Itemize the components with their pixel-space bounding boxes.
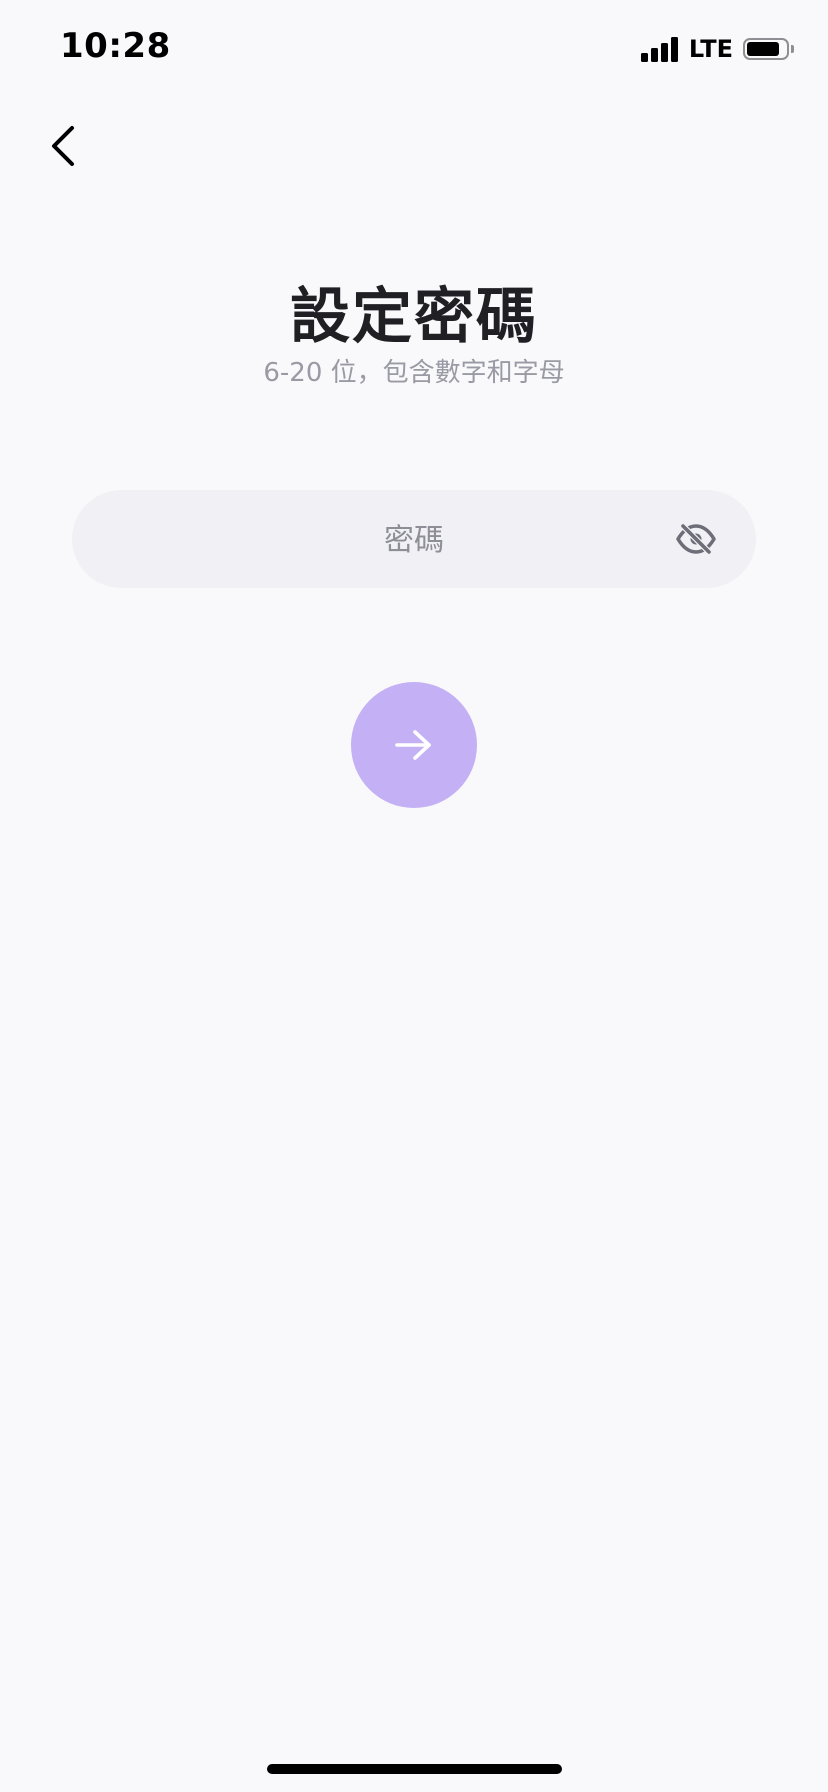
chevron-left-icon xyxy=(52,126,74,166)
status-bar-indicators: LTE xyxy=(640,34,794,64)
next-button[interactable] xyxy=(351,682,477,808)
eye-off-icon xyxy=(676,523,716,555)
network-type-label: LTE xyxy=(688,35,733,63)
password-field xyxy=(72,490,756,590)
status-bar-time: 10:28 xyxy=(60,26,171,66)
arrow-right-icon xyxy=(395,730,431,760)
page-title: 設定密碼 xyxy=(290,282,538,352)
battery-cap xyxy=(791,45,794,53)
home-indicator xyxy=(267,1764,562,1774)
password-input[interactable] xyxy=(162,490,666,590)
set-password-screen: 10:28 LTE 設定密碼 6-20 位，包含數字和字母 xyxy=(0,0,828,1792)
back-button[interactable] xyxy=(38,116,88,176)
page-subtitle: 6-20 位，包含數字和字母 xyxy=(263,358,565,388)
cellular-signal-icon xyxy=(640,36,681,62)
password-visibility-toggle[interactable] xyxy=(674,517,718,561)
battery-icon xyxy=(743,38,789,60)
